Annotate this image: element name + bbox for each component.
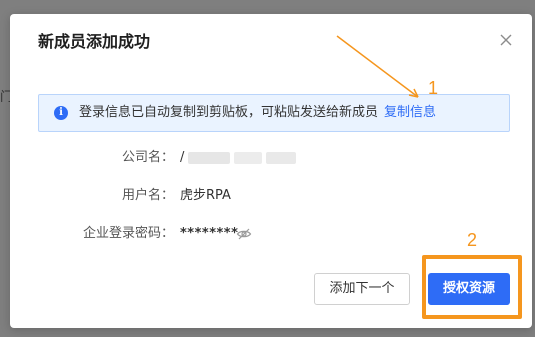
username-value: 虎步RPA (180, 188, 231, 203)
username-row: 用户名： 虎步RPA (10, 186, 532, 206)
info-message: 登录信息已自动复制到剪贴板，可粘贴发送给新成员 复制信息 (79, 104, 436, 122)
redacted-block (188, 152, 230, 164)
annotation-number-1: 1 (428, 78, 439, 98)
background-fragment: 门 (0, 90, 10, 105)
info-banner: i 登录信息已自动复制到剪贴板，可粘贴发送给新成员 复制信息 (38, 94, 510, 132)
info-message-text: 登录信息已自动复制到剪贴板，可粘贴发送给新成员 (79, 105, 379, 120)
username-label: 用户名： (121, 188, 174, 203)
new-member-dialog: 新成员添加成功 i 登录信息已自动复制到剪贴板，可粘贴发送给新成员 复制信息 公司… (10, 14, 532, 328)
password-value: ******** (180, 226, 239, 241)
redacted-block (234, 152, 262, 164)
authorize-resources-button[interactable]: 授权资源 (428, 273, 510, 305)
company-row: 公司名： / (10, 148, 532, 168)
password-label: 企业登录密码： (82, 226, 174, 241)
annotation-number-2: 2 (467, 230, 478, 250)
company-label: 公司名： (121, 150, 174, 165)
password-row: 企业登录密码： ******** (10, 224, 532, 244)
info-icon: i (54, 106, 68, 120)
close-icon[interactable] (498, 32, 514, 48)
company-value: / (180, 150, 185, 165)
redacted-block (266, 152, 296, 164)
dialog-title: 新成员添加成功 (38, 32, 151, 51)
add-next-button[interactable]: 添加下一个 (314, 273, 410, 305)
copy-info-link[interactable]: 复制信息 (384, 105, 436, 120)
eye-off-icon[interactable] (236, 226, 252, 242)
